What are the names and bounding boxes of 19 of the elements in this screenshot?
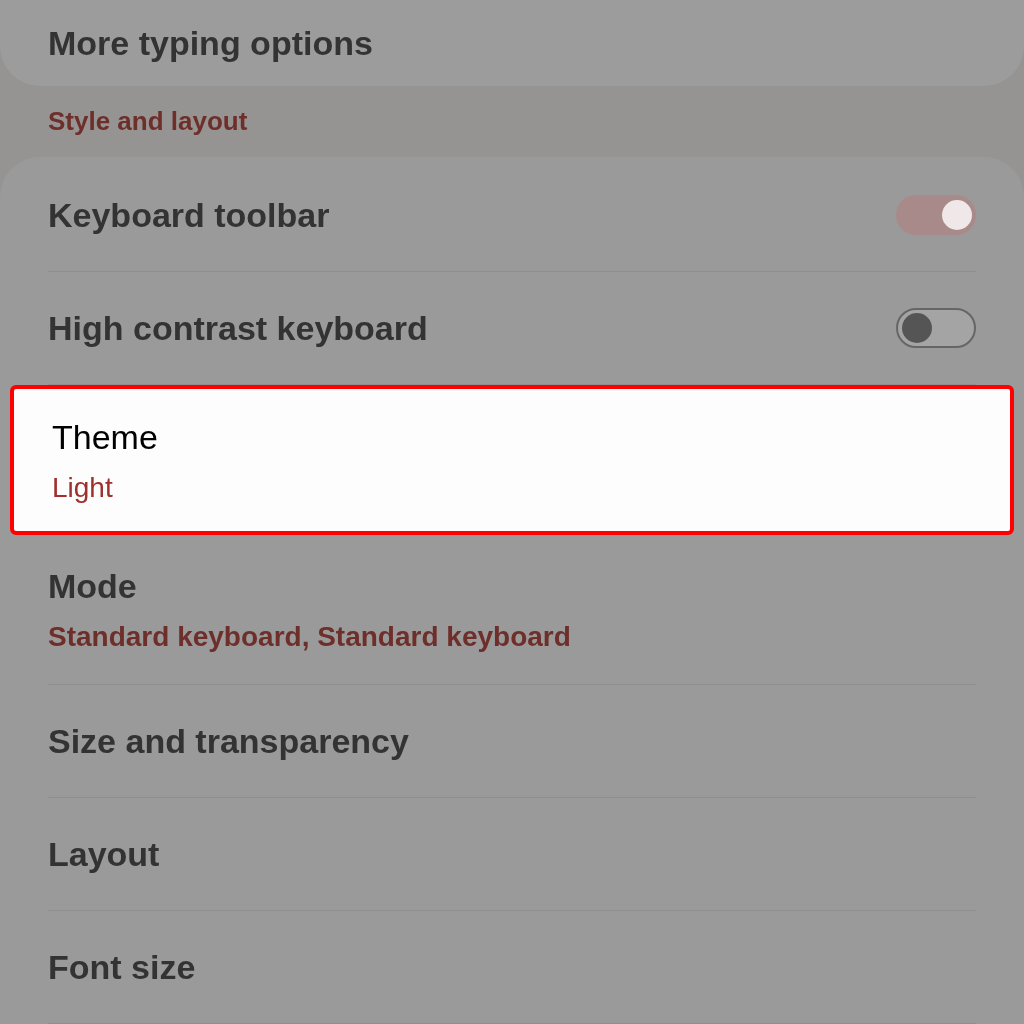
setting-title[interactable]: More typing options — [48, 17, 373, 69]
setting-row[interactable]: Mode Standard keyboard, Standard keyboard — [48, 535, 976, 685]
toggle-switch[interactable] — [896, 195, 976, 235]
setting-value: Light — [52, 470, 114, 505]
setting-row[interactable]: Font size — [48, 911, 976, 1024]
setting-row[interactable]: Keyboard toolbar — [48, 159, 976, 272]
setting-row[interactable]: Layout — [48, 798, 976, 911]
toggle-switch[interactable] — [896, 308, 976, 348]
setting-title: Size and transparency — [48, 720, 409, 762]
setting-title: Keyboard toolbar — [48, 194, 330, 236]
setting-title: High contrast keyboard — [48, 307, 428, 349]
setting-title: Theme — [52, 416, 158, 458]
highlighted-setting-row[interactable]: Theme Light — [10, 385, 1014, 535]
setting-value: Standard keyboard, Standard keyboard — [48, 620, 571, 654]
section-header: Style and layout — [48, 105, 248, 139]
setting-title: Mode — [48, 566, 138, 607]
setting-title: Font size — [48, 946, 196, 988]
setting-row[interactable]: Size and transparency — [48, 685, 976, 798]
setting-title: Layout — [48, 833, 160, 875]
